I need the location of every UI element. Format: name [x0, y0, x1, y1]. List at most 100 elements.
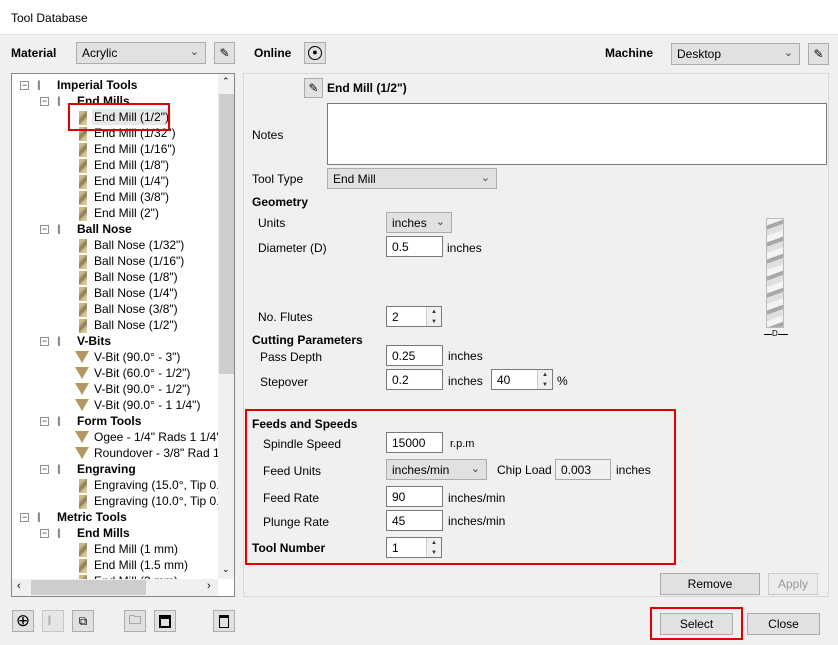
tree-item-label: V-Bit (90.0° - 1/2")	[94, 382, 191, 396]
tree-item-label: V-Bit (60.0° - 1/2")	[94, 366, 191, 380]
pass-depth-input[interactable]: 0.25	[386, 345, 443, 366]
units-value: inches	[392, 216, 427, 230]
end-mill-icon	[79, 191, 87, 205]
feed-rate-unit: inches/min	[448, 491, 506, 505]
scroll-right-icon[interactable]: ›	[207, 580, 211, 592]
tree-item-label: Ball Nose (1/16")	[94, 254, 185, 268]
add-tool-button[interactable]: ⊕	[12, 610, 34, 632]
copy-tool-button[interactable]: ⧉	[72, 610, 94, 632]
feed-rate-input[interactable]: 90	[386, 486, 443, 507]
units-label: Units	[258, 216, 286, 230]
feed-units-select[interactable]: inches/min ⌄	[386, 459, 487, 480]
edit-icon: ✎	[813, 47, 824, 61]
tree-item-label: End Mill (1 mm)	[94, 542, 179, 556]
diameter-dimension-label: D	[772, 329, 778, 338]
scroll-down-icon[interactable]: ⌄	[222, 564, 230, 575]
tool-type-value: End Mill	[333, 172, 376, 186]
scroll-left-icon[interactable]: ‹	[17, 580, 21, 592]
pass-depth-label: Pass Depth	[260, 350, 323, 364]
stepover-percent-stepper[interactable]: 40 ▲ ▼	[491, 369, 553, 390]
spin-arrows-icon[interactable]: ▲ ▼	[426, 307, 441, 326]
horizontal-scrollbar[interactable]: ‹ ›	[12, 579, 218, 596]
tree-item-label: End Mill (3/8")	[94, 190, 169, 204]
save-button[interactable]	[154, 610, 176, 632]
scroll-up-icon[interactable]: ⌃	[222, 76, 230, 87]
remove-button[interactable]: Remove	[660, 573, 760, 595]
units-select[interactable]: inches ⌄	[386, 212, 452, 233]
feed-rate-label: Feed Rate	[263, 491, 320, 505]
tool-group-icon: |||	[37, 80, 41, 91]
edit-material-button[interactable]: ✎	[214, 42, 235, 64]
material-select[interactable]: Acrylic ⌄	[76, 42, 206, 64]
select-button[interactable]: Select	[660, 613, 733, 635]
end-mill-image	[766, 218, 784, 328]
add-group-button[interactable]: |||	[42, 610, 64, 632]
folder-icon: 🗀	[128, 612, 141, 627]
tree-group-label: Ball Nose	[77, 222, 132, 236]
tree-item-label: Ball Nose (1/8")	[94, 270, 178, 284]
vertical-scrollbar[interactable]: ⌃ ⌄	[218, 74, 234, 579]
delete-button[interactable]	[213, 610, 235, 632]
chevron-down-icon: ⌄	[480, 172, 490, 184]
tree-group-label: End Mills	[77, 526, 130, 540]
scrollbar-thumb[interactable]	[219, 94, 234, 374]
ball-nose-icon	[79, 239, 87, 253]
collapse-icon[interactable]: −	[40, 529, 49, 538]
tool-group-icon: |||	[57, 416, 61, 427]
tool-number-value: 1	[392, 541, 399, 555]
collapse-icon[interactable]: −	[40, 417, 49, 426]
spin-arrows-icon[interactable]: ▲ ▼	[537, 370, 552, 389]
edit-tool-name-button[interactable]: ✎	[304, 78, 323, 98]
tool-name: End Mill (1/2")	[327, 81, 407, 95]
tool-tree[interactable]: − ||| Imperial Tools − ||| End Mills End Mill …	[11, 73, 235, 597]
v-bit-icon	[75, 431, 89, 443]
v-bit-icon	[75, 447, 89, 459]
collapse-icon[interactable]: −	[40, 337, 49, 346]
end-mill-icon	[79, 159, 87, 173]
flutes-stepper[interactable]: 2 ▲ ▼	[386, 306, 442, 327]
scrollbar-thumb[interactable]	[31, 580, 146, 595]
stepover-unit: inches	[448, 374, 483, 388]
tree-item-label: Ball Nose (3/8")	[94, 302, 178, 316]
collapse-icon[interactable]: −	[40, 465, 49, 474]
close-button[interactable]: Close	[747, 613, 820, 635]
machine-value: Desktop	[677, 47, 722, 61]
online-account-button[interactable]: ●	[304, 42, 326, 64]
tree-item-label: V-Bit (90.0° - 3")	[94, 350, 181, 364]
spindle-input[interactable]: 15000	[386, 432, 443, 453]
ball-nose-icon	[79, 271, 87, 285]
collapse-icon[interactable]: −	[20, 513, 29, 522]
apply-button[interactable]: Apply	[768, 573, 818, 595]
notes-textarea[interactable]	[327, 103, 827, 165]
spin-arrows-icon[interactable]: ▲ ▼	[426, 538, 441, 557]
tree-item-label: V-Bit (90.0° - 1 1/4")	[94, 398, 201, 412]
collapse-icon[interactable]: −	[40, 97, 49, 106]
tool-number-stepper[interactable]: 1 ▲ ▼	[386, 537, 442, 558]
tool-type-select[interactable]: End Mill ⌄	[327, 168, 497, 189]
pass-depth-unit: inches	[448, 349, 483, 363]
machine-select[interactable]: Desktop ⌄	[671, 43, 800, 65]
cutting-heading: Cutting Parameters	[252, 333, 363, 347]
tree-item-label: Ogee - 1/4" Rads 1 1/4" D	[94, 430, 218, 444]
chip-load-unit: inches	[616, 463, 651, 477]
end-mill-icon	[79, 175, 87, 189]
collapse-icon[interactable]: −	[20, 81, 29, 90]
tree-item-label: End Mill (1.5 mm)	[94, 558, 189, 572]
tree-group-label: Engraving	[77, 462, 136, 476]
open-button[interactable]: 🗀	[124, 610, 146, 632]
tree-group-label: Imperial Tools	[57, 78, 138, 92]
tool-group-icon: |||	[37, 512, 41, 523]
tree-item-label: Engraving (10.0°, Tip 0.02	[94, 494, 218, 508]
tree-group-label: Metric Tools	[57, 510, 127, 524]
tool-diagram: D	[760, 218, 792, 342]
chevron-down-icon: ⌄	[783, 47, 793, 59]
geometry-heading: Geometry	[252, 195, 309, 209]
ball-nose-icon	[79, 255, 87, 269]
tool-number-label: Tool Number	[252, 541, 326, 555]
edit-machine-button[interactable]: ✎	[808, 43, 829, 65]
collapse-icon[interactable]: −	[40, 225, 49, 234]
plunge-rate-input[interactable]: 45	[386, 510, 443, 531]
v-bit-icon	[75, 367, 89, 379]
diameter-input[interactable]: 0.5	[386, 236, 443, 257]
stepover-input[interactable]: 0.2	[386, 369, 443, 390]
